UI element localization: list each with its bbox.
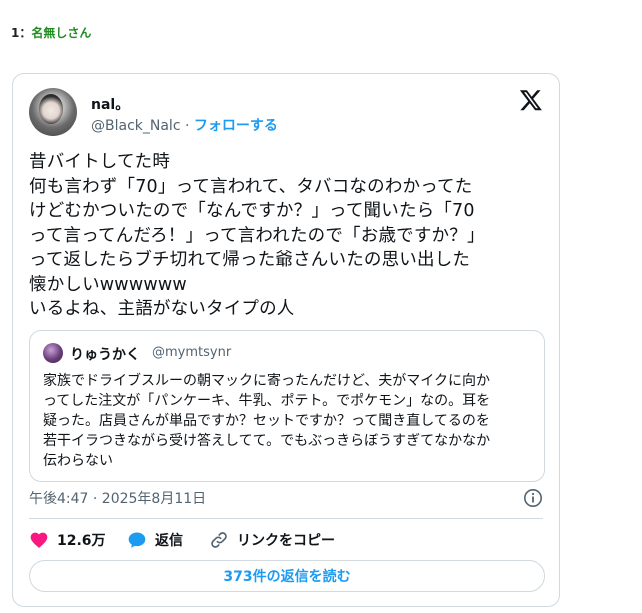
copy-link-button[interactable]: リンクをコピー (209, 530, 335, 550)
read-replies-button[interactable]: 373件の返信を読む (29, 560, 545, 592)
quote-handle[interactable]: @mymtsynr (152, 345, 231, 360)
quote-user-name[interactable]: りゅうかく (70, 344, 140, 364)
copy-link-label: リンクをコピー (237, 533, 335, 549)
tweet-text: 昔バイトしてた時 何も言わず「70」って言われて、タバコなのわかってた けどむか… (29, 152, 485, 319)
speech-bubble-icon (128, 532, 146, 548)
tweet-handle[interactable]: @Black_Nalc (91, 118, 181, 134)
tweet-user-name[interactable]: nal。 (91, 94, 129, 114)
quote-text: 家族でドライブスルーの朝マックに寄ったんだけど、夫がマイクに向か ってした注文が… (43, 373, 491, 469)
follow-button[interactable]: フォローする (194, 118, 278, 134)
tweet-actions: 12.6万 返信 リンクをコピー (29, 530, 545, 552)
post-separator: ： (19, 26, 32, 40)
like-count: 12.6万 (57, 533, 106, 549)
quoted-tweet[interactable]: りゅうかく @mymtsynr 家族でドライブスルーの朝マックに寄ったんだけど、… (29, 330, 545, 482)
divider (29, 518, 543, 519)
like-button[interactable]: 12.6万 (29, 530, 106, 550)
avatar[interactable] (29, 88, 77, 136)
x-logo-icon[interactable] (519, 88, 543, 112)
link-icon (211, 532, 227, 548)
separator-dot: · (184, 118, 190, 134)
tweet-timestamp[interactable]: 午後4:47 · 2025年8月11日 (29, 488, 206, 508)
post-author-name[interactable]: 名無しさん (31, 26, 91, 40)
reply-button[interactable]: 返信 (127, 530, 183, 550)
post-header: 1：名無しさん (11, 24, 91, 41)
quote-avatar[interactable] (43, 343, 63, 363)
heart-icon (30, 532, 48, 548)
embedded-tweet-card[interactable]: nal。 @Black_Nalc · フォローする 昔バイトしてた時 何も言わず… (12, 73, 560, 607)
tweet-handle-line: @Black_Nalc · フォローする (91, 115, 278, 135)
info-icon[interactable] (523, 488, 543, 508)
reply-label: 返信 (155, 533, 183, 549)
